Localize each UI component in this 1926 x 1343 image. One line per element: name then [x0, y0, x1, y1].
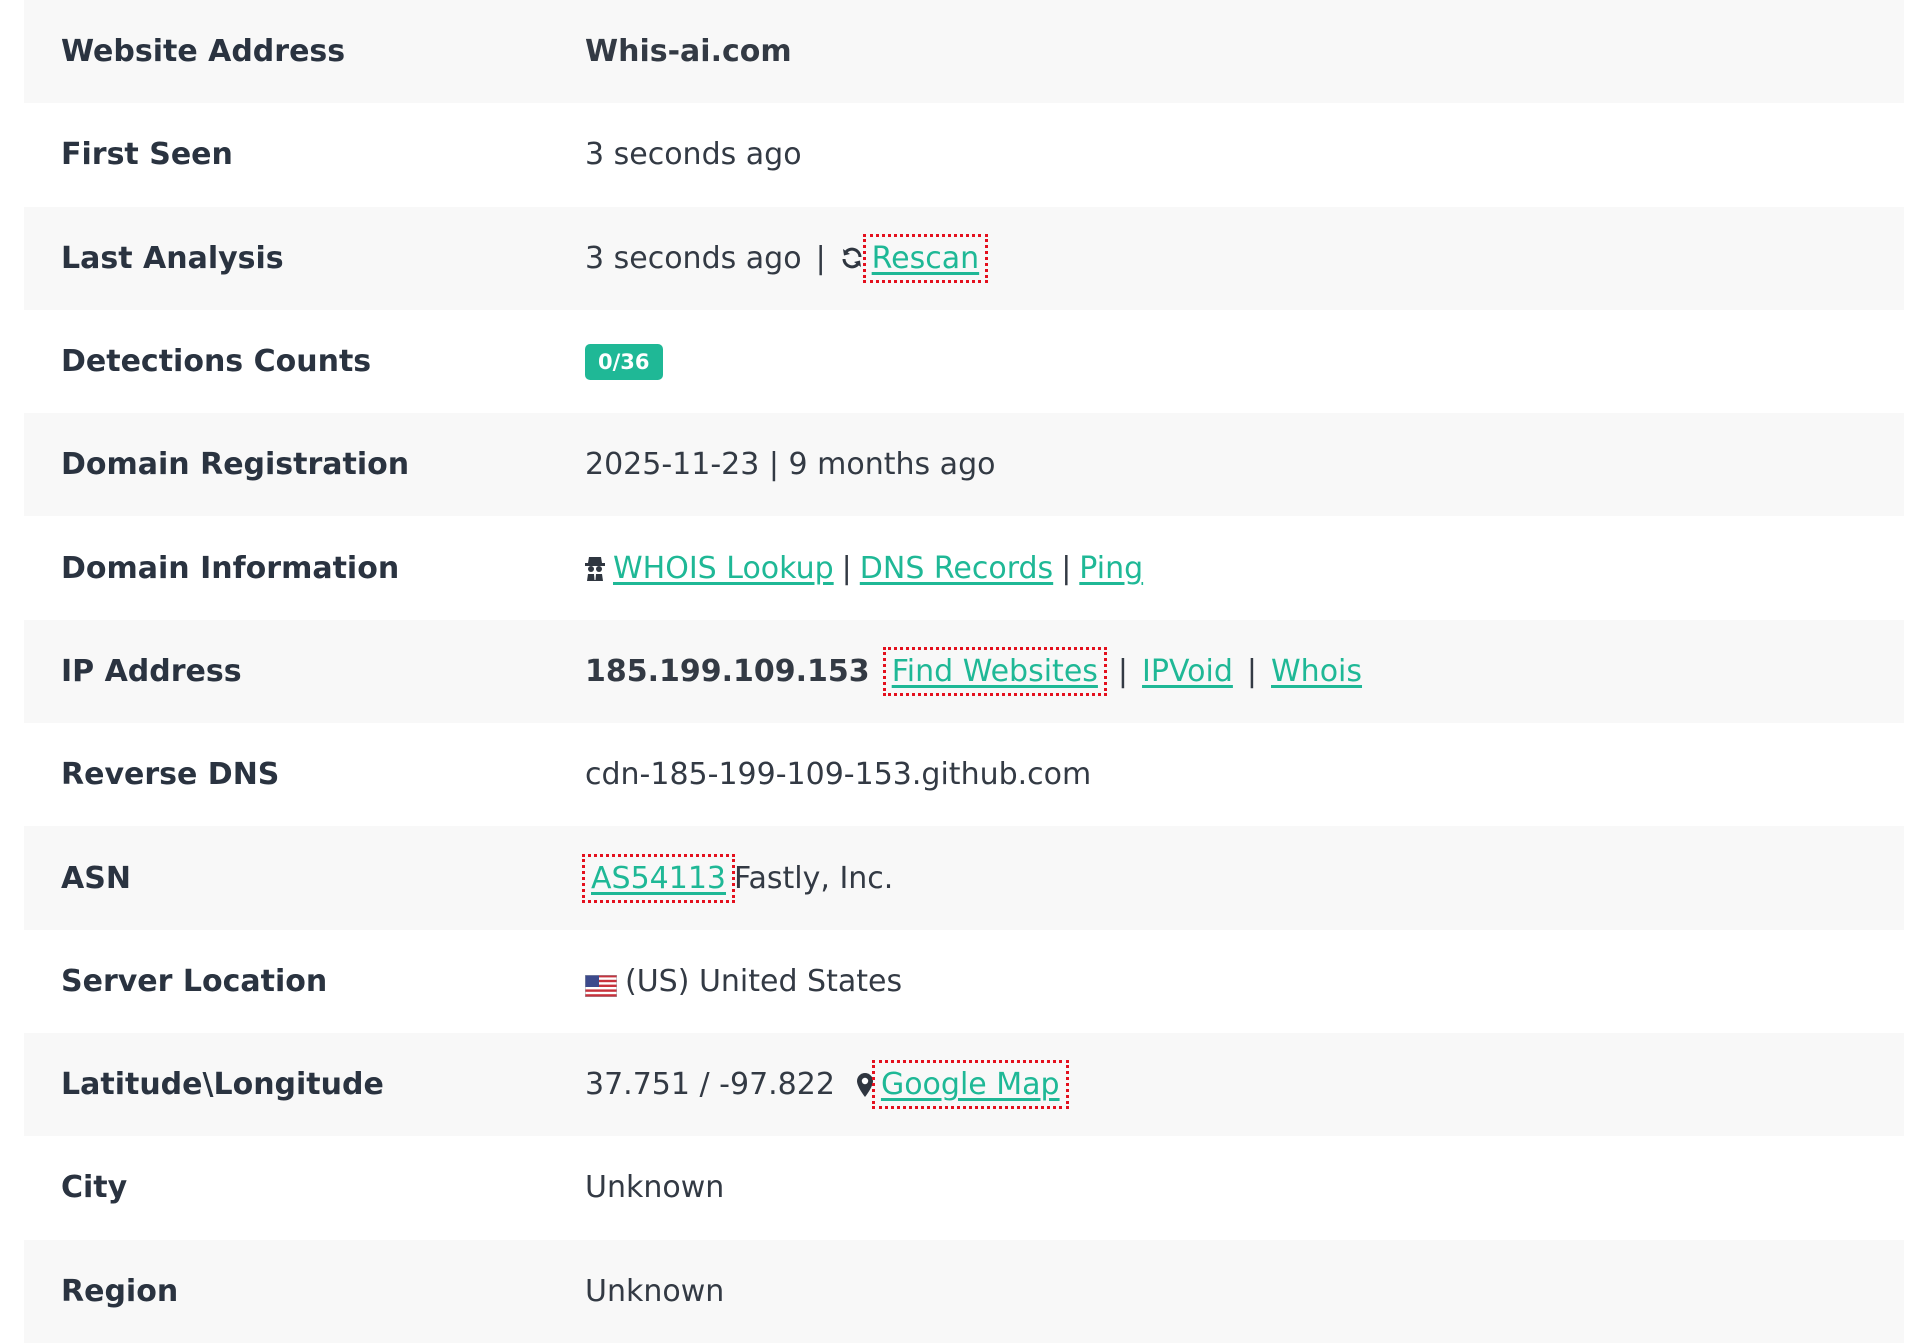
ip-address-value: 185.199.109.153 — [585, 653, 870, 689]
value-lat-long: 37.751 / -97.822 Google Map — [585, 1060, 1069, 1110]
label-server-location: Server Location — [61, 963, 328, 999]
row-server-location: Server Location (US) United States — [24, 930, 1904, 1033]
separator: | — [815, 240, 826, 276]
rescan-link[interactable]: Rescan — [862, 233, 989, 283]
asn-link[interactable]: AS54113 — [582, 853, 735, 903]
label-reverse-dns: Reverse DNS — [61, 757, 280, 793]
value-server-location: (US) United States — [584, 963, 903, 999]
google-map-link[interactable]: Google Map — [871, 1060, 1069, 1110]
lat-long-value: 37.751 / -97.822 — [585, 1067, 835, 1103]
value-region: Unknown — [585, 1273, 725, 1309]
row-region: Region Unknown — [24, 1239, 1904, 1343]
ping-link[interactable]: Ping — [1079, 551, 1143, 586]
row-ip-address: IP Address 185.199.109.153 Find Websites… — [24, 619, 1904, 724]
website-info-table: Website Address Whis-ai.com First Seen 3… — [24, 0, 1904, 1343]
label-domain-information: Domain Information — [61, 550, 400, 586]
spy-icon — [585, 555, 605, 582]
label-last-analysis: Last Analysis — [61, 240, 284, 276]
us-flag-icon — [584, 970, 618, 998]
label-first-seen: First Seen — [61, 137, 233, 173]
row-domain-registration: Domain Registration 2025-11-23 | 9 month… — [24, 413, 1904, 517]
separator: | — [841, 550, 852, 586]
refresh-icon — [840, 246, 864, 270]
row-website-address: Website Address Whis-ai.com — [24, 0, 1904, 104]
value-asn: AS54113 Fastly, Inc. — [582, 853, 894, 903]
detections-badge: 0/36 — [585, 343, 663, 380]
value-website-address: Whis-ai.com — [585, 34, 792, 70]
dns-records-link[interactable]: DNS Records — [860, 551, 1053, 586]
label-region: Region — [61, 1273, 179, 1309]
label-asn: ASN — [61, 860, 131, 896]
value-domain-registration: 2025-11-23 | 9 months ago — [585, 447, 996, 483]
row-asn: ASN AS54113 Fastly, Inc. — [24, 826, 1904, 930]
value-ip-address: 185.199.109.153 Find Websites | IPVoid |… — [585, 646, 1362, 696]
row-last-analysis: Last Analysis 3 seconds ago | Rescan — [24, 206, 1904, 310]
last-analysis-time: 3 seconds ago — [585, 240, 802, 276]
label-domain-registration: Domain Registration — [61, 447, 410, 483]
label-lat-long: Latitude\Longitude — [61, 1067, 384, 1103]
find-websites-link[interactable]: Find Websites — [882, 646, 1107, 696]
separator: | — [1246, 653, 1258, 689]
value-last-analysis: 3 seconds ago | Rescan — [585, 233, 989, 283]
label-city: City — [61, 1170, 128, 1206]
row-reverse-dns: Reverse DNS cdn-185-199-109-153.github.c… — [24, 723, 1904, 826]
ipvoid-link[interactable]: IPVoid — [1142, 654, 1233, 689]
value-reverse-dns: cdn-185-199-109-153.github.com — [585, 757, 1092, 793]
separator: | — [1061, 550, 1072, 586]
row-city: City Unknown — [24, 1136, 1904, 1239]
whois-link[interactable]: Whois — [1271, 654, 1362, 689]
whois-lookup-link[interactable]: WHOIS Lookup — [613, 551, 834, 586]
value-domain-information: WHOIS Lookup | DNS Records | Ping — [585, 551, 1143, 586]
label-ip-address: IP Address — [61, 653, 242, 689]
row-detections-counts: Detections Counts 0/36 — [24, 310, 1904, 413]
map-pin-icon — [856, 1072, 873, 1097]
row-domain-information: Domain Information WHOIS Lookup | DNS Re… — [24, 516, 1904, 619]
label-detections-counts: Detections Counts — [61, 344, 372, 380]
value-detections-counts: 0/36 — [585, 343, 663, 380]
row-first-seen: First Seen 3 seconds ago — [24, 103, 1904, 206]
label-website-address: Website Address — [61, 34, 346, 70]
value-city: Unknown — [585, 1170, 725, 1206]
value-first-seen: 3 seconds ago — [585, 137, 802, 173]
separator: | — [1117, 653, 1129, 689]
asn-organization: Fastly, Inc. — [734, 860, 894, 896]
server-location-text: (US) United States — [625, 963, 903, 999]
row-lat-long: Latitude\Longitude 37.751 / -97.822 Goog… — [24, 1032, 1904, 1137]
